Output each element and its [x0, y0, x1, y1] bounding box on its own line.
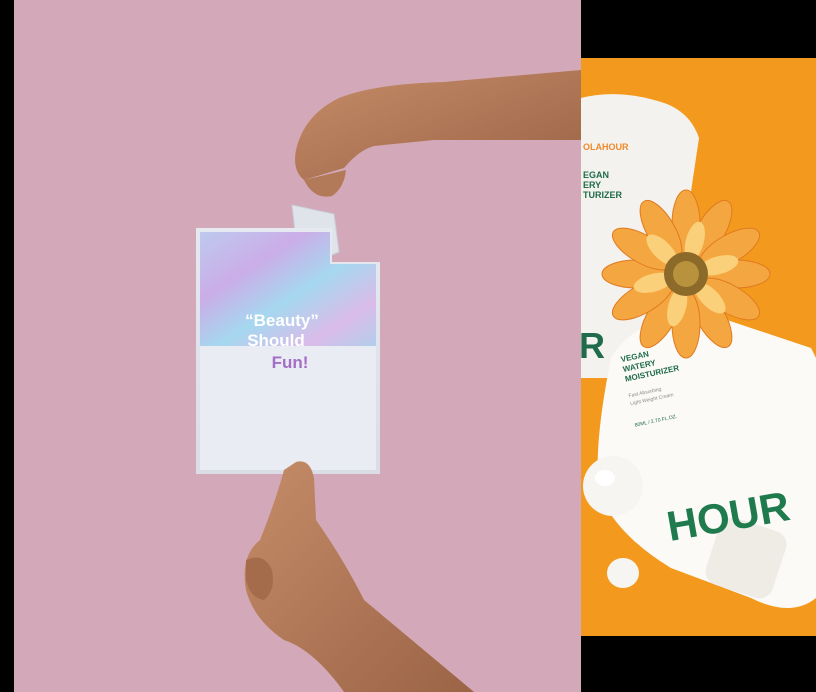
pouch-text-line1: “Beauty”: [245, 311, 319, 330]
pouch-text-line3: Fun!: [272, 353, 309, 372]
bottom-arm: [244, 461, 474, 692]
brand-top: OLAHOUR: [583, 142, 629, 152]
cream-drop-large: [583, 456, 643, 516]
mask-pouch-photo: “Beauty” Should Fun!: [14, 0, 581, 692]
label-top-1: EGAN: [583, 170, 609, 180]
pouch-text-line2: Should: [247, 331, 305, 350]
label-top-2: ERY: [583, 180, 601, 190]
label-top-3: TURIZER: [583, 190, 622, 200]
mask-pouch-scene: “Beauty” Should Fun!: [196, 70, 581, 692]
moisturizer-photo: OLAHOUR EGAN ERY TURIZER R VEGAN WATERY …: [581, 58, 816, 636]
top-arm: [295, 70, 581, 180]
cream-drop-small: [607, 558, 639, 588]
tube-partial-letter: R: [581, 325, 605, 366]
moisturizer-scene: OLAHOUR EGAN ERY TURIZER R VEGAN WATERY …: [581, 94, 816, 608]
cream-drop-large-highlight: [595, 470, 615, 486]
